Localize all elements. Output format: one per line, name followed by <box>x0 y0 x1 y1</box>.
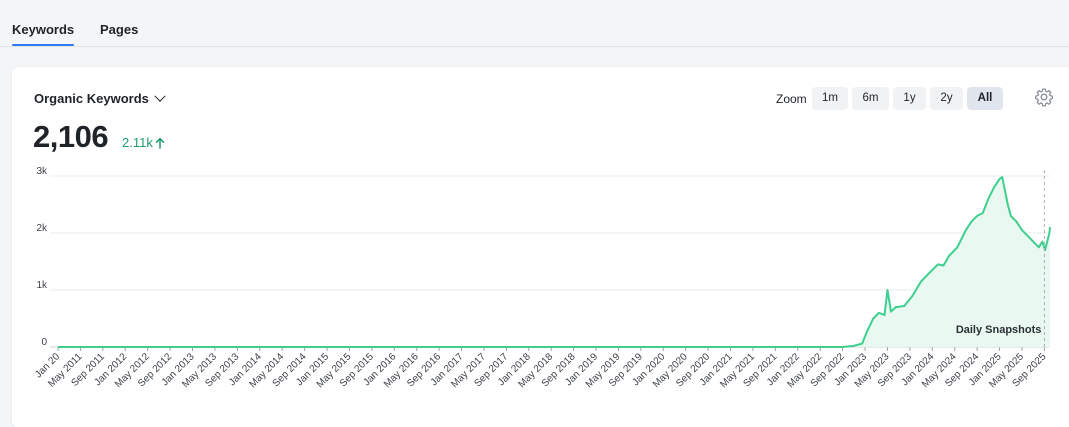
y-tick-label: 3k <box>36 166 48 177</box>
y-tick-label: 0 <box>41 337 47 348</box>
series-area <box>58 177 1050 347</box>
y-tick-label: 1k <box>36 280 48 291</box>
y-tick-label: 2k <box>36 223 48 234</box>
organic-keywords-chart: 01k2k3kJan 20May 2011Sep 2011Jan 2012May… <box>33 166 1051 390</box>
snapshot-label: Daily Snapshots <box>956 324 1042 336</box>
